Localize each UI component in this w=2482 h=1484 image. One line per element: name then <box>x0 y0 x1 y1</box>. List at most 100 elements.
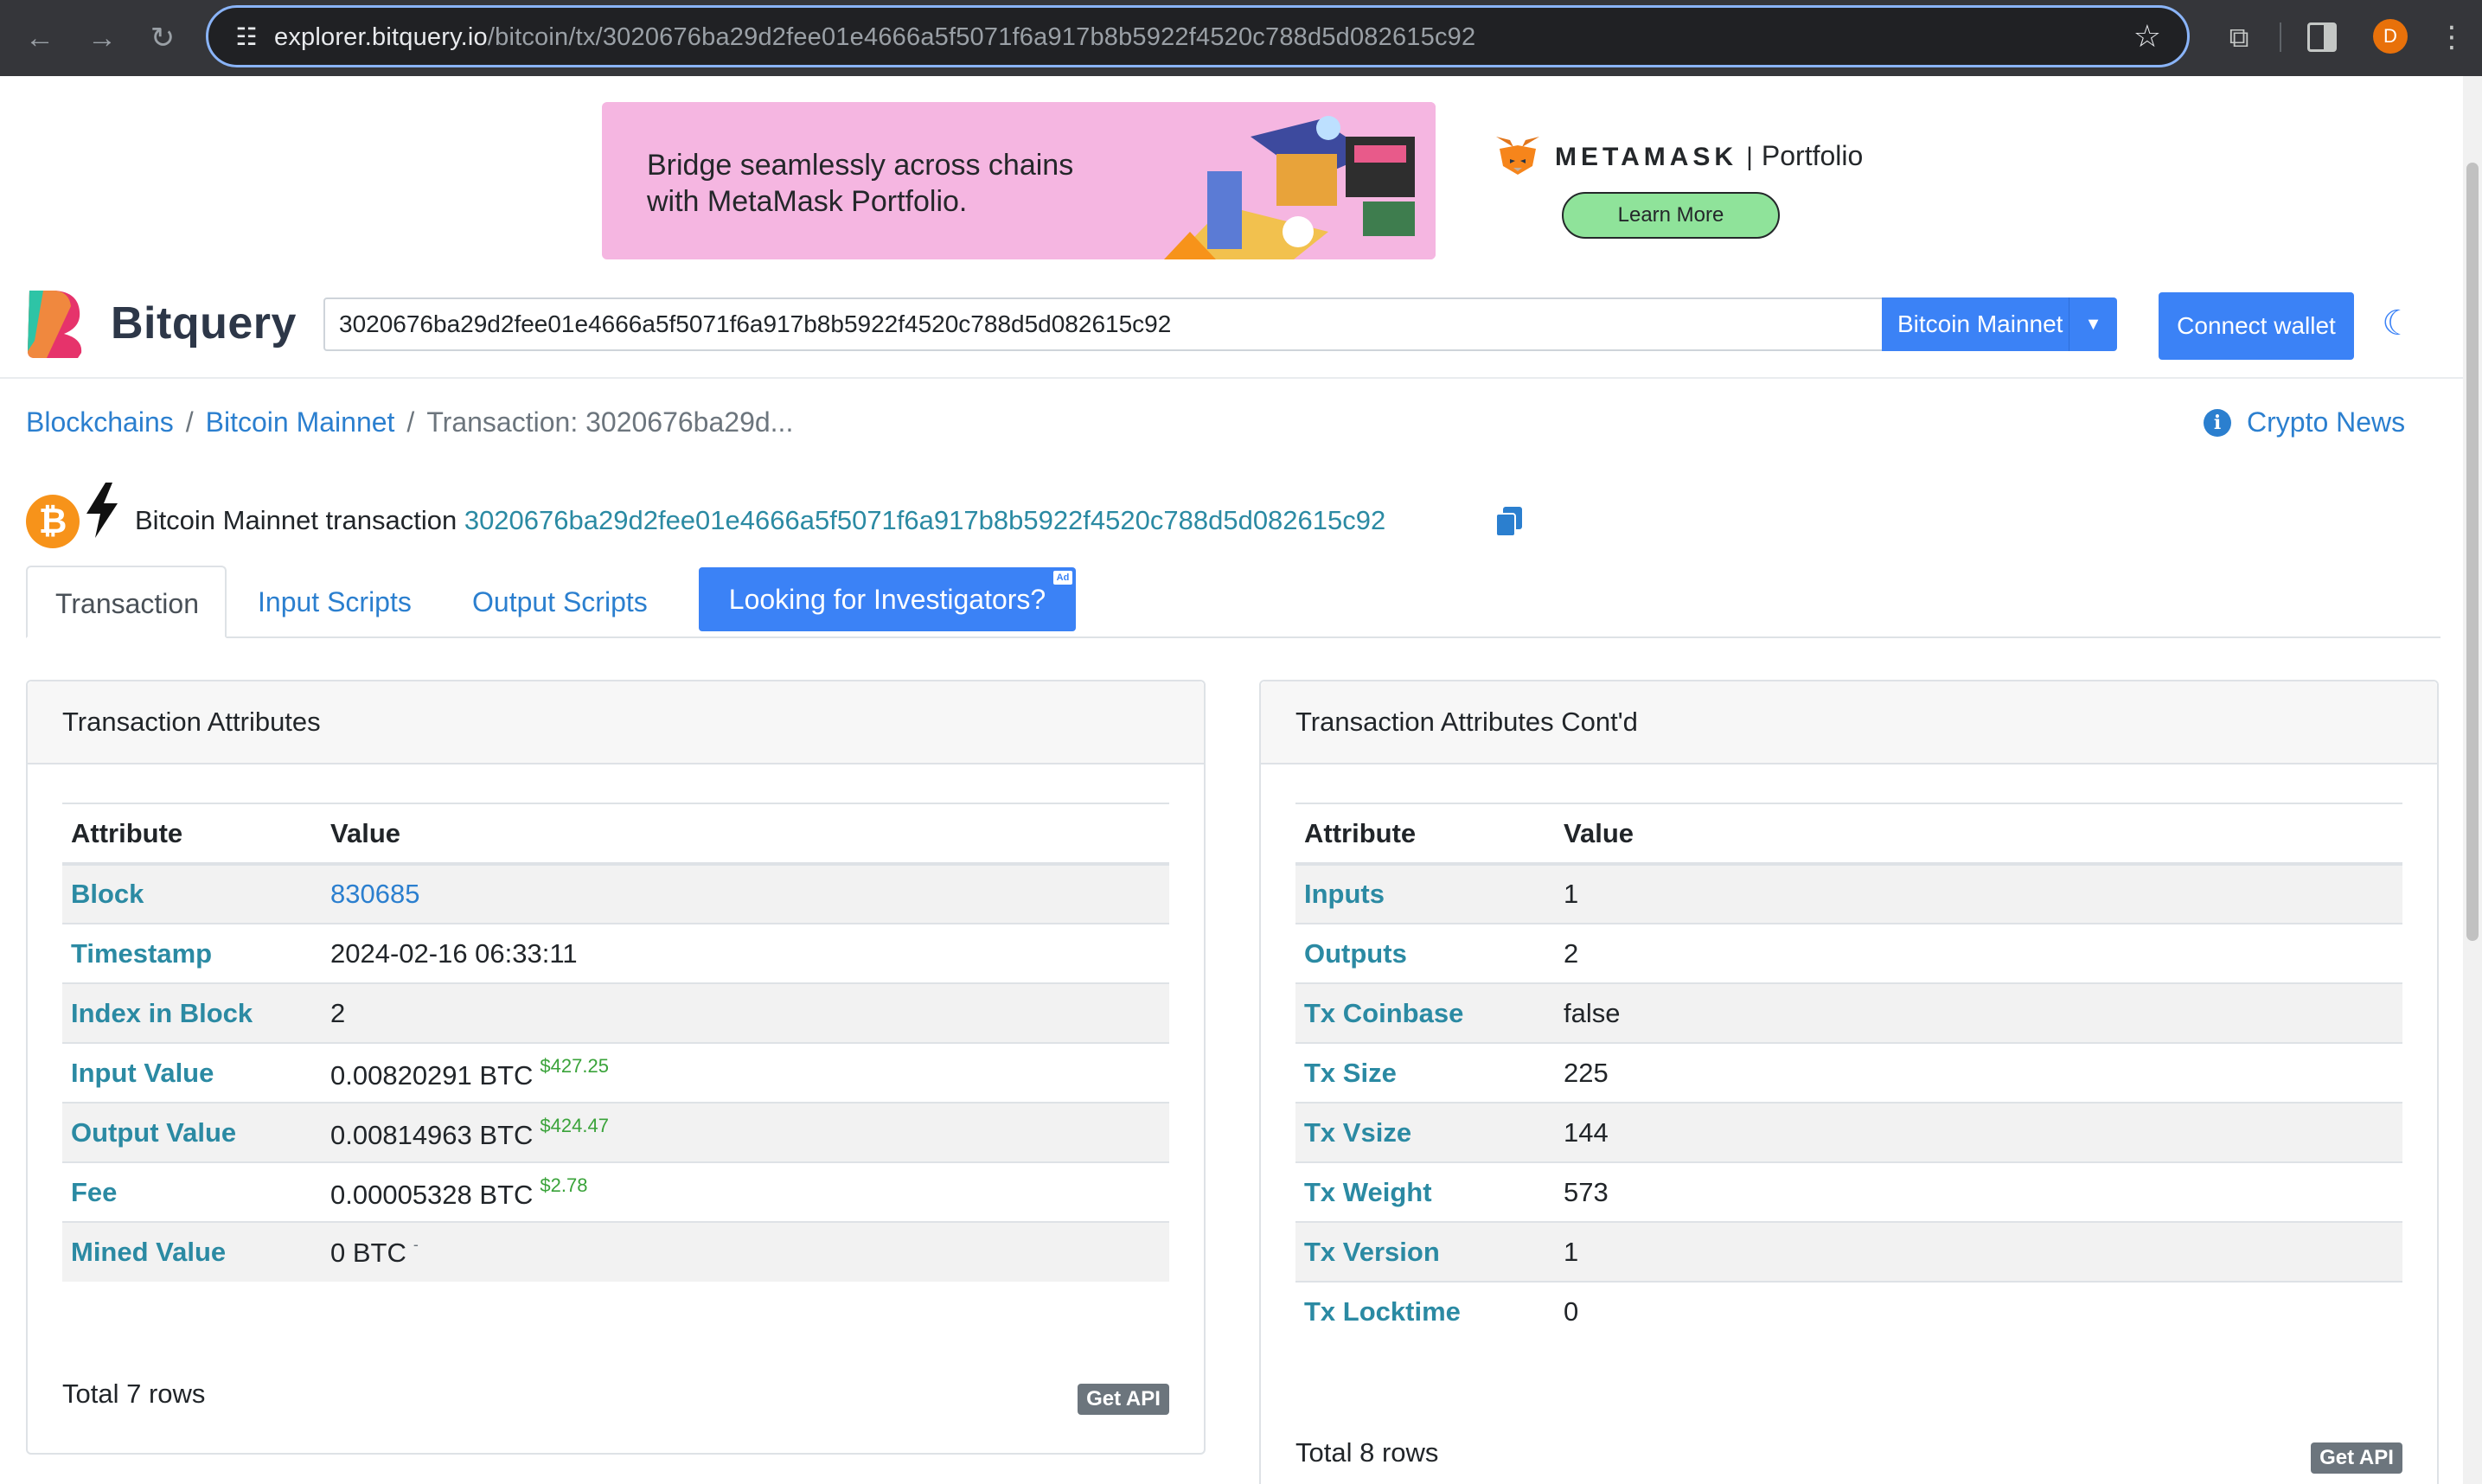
breadcrumb-bitcoin-mainnet[interactable]: Bitcoin Mainnet <box>206 406 395 438</box>
table-row: Tx Coinbase false <box>1295 982 2402 1043</box>
transaction-title: Bitcoin Mainnet transaction 3020676ba29d… <box>135 505 1385 536</box>
attribute-value: 225 <box>1555 1042 2402 1103</box>
attribute-key[interactable]: Inputs <box>1295 863 1555 924</box>
table-row: Index in Block 2 <box>62 982 1169 1043</box>
search-input[interactable] <box>323 297 1884 351</box>
table-row: Fee 0.00005328 BTC $2.78 <box>62 1161 1169 1222</box>
metamask-fox-icon <box>1496 137 1539 175</box>
crypto-news-label: Crypto News <box>2247 406 2406 438</box>
ad-badge: Ad <box>1053 571 1072 585</box>
back-arrow-icon[interactable]: ← <box>21 19 59 57</box>
btc-amount: 0.00814963 BTC <box>330 1119 534 1150</box>
attribute-value: 1 <box>1555 863 2402 924</box>
info-icon: i <box>2204 409 2231 437</box>
table-row: Tx Version 1 <box>1295 1221 2402 1282</box>
reload-icon[interactable]: ↻ <box>144 19 182 57</box>
scrollbar-thumb[interactable] <box>2466 163 2479 941</box>
forward-arrow-icon[interactable]: → <box>83 19 121 57</box>
metamask-wordmark: METAMASK <box>1555 143 1738 171</box>
bookmark-star-icon[interactable]: ☆ <box>2133 16 2161 56</box>
column-header-value: Value <box>322 803 1169 866</box>
looking-for-investigators-button[interactable]: Looking for Investigators? Ad <box>699 567 1076 631</box>
attribute-value: 0 BTC - <box>322 1221 1169 1282</box>
transaction-attributes-card: Transaction Attributes Attribute Value B… <box>26 680 1206 1455</box>
usd-amount: $424.47 <box>540 1114 609 1136</box>
table-header-row: Attribute Value <box>1295 803 2402 866</box>
card-title: Transaction Attributes <box>28 681 1204 764</box>
chevron-down-icon[interactable]: ▼ <box>2069 297 2117 351</box>
bitquery-logo-icon[interactable] <box>26 289 85 360</box>
attributes-table: Attribute Value Block 830685 Timestamp 202… <box>62 803 1169 1282</box>
attribute-key[interactable]: Tx Size <box>1295 1042 1555 1103</box>
tab-output-scripts[interactable]: Output Scripts <box>445 566 675 638</box>
attribute-key[interactable]: Tx Locktime <box>1295 1281 1555 1341</box>
ad-illustration <box>1155 102 1436 259</box>
browser-toolbar: ← → ↻ ☷ explorer.bitquery.io/bitcoin/tx/… <box>0 0 2482 76</box>
table-row: Block 830685 <box>62 863 1169 924</box>
url-host: explorer.bitquery.io <box>274 23 488 51</box>
metamask-ad-banner[interactable]: Bridge seamlessly across chains with Met… <box>602 102 1436 259</box>
attribute-key[interactable]: Output Value <box>62 1102 322 1162</box>
attribute-key[interactable]: Tx Version <box>1295 1221 1555 1282</box>
copy-icon[interactable] <box>1496 507 1522 536</box>
breadcrumb-current: Transaction: 3020676ba29d... <box>426 406 794 438</box>
url-text[interactable]: explorer.bitquery.io/bitcoin/tx/3020676b… <box>274 23 1475 52</box>
attribute-key[interactable]: Tx Coinbase <box>1295 982 1555 1043</box>
learn-more-button[interactable]: Learn More <box>1562 192 1780 239</box>
attribute-key[interactable]: Mined Value <box>62 1221 322 1282</box>
transaction-attributes-contd-card: Transaction Attributes Cont'd Attribute … <box>1259 680 2439 1484</box>
table-row: Tx Vsize 144 <box>1295 1102 2402 1162</box>
network-select[interactable]: Bitcoin Mainnet ▼ <box>1882 297 2117 351</box>
table-row: Outputs 2 <box>1295 923 2402 983</box>
breadcrumb-separator: / <box>185 406 194 438</box>
attribute-key[interactable]: Index in Block <box>62 982 322 1043</box>
dark-mode-moon-icon[interactable]: ☾ <box>2378 304 2416 342</box>
attribute-key[interactable]: Fee <box>62 1161 322 1222</box>
attribute-key[interactable]: Input Value <box>62 1042 322 1103</box>
browser-menu-icon[interactable]: ⋮ <box>2437 17 2466 57</box>
investigators-label: Looking for Investigators? <box>728 584 1046 615</box>
page-scrollbar[interactable] <box>2463 76 2482 1484</box>
attribute-value: 144 <box>1555 1102 2402 1162</box>
total-rows-label: Total 7 rows <box>62 1378 206 1409</box>
attribute-key[interactable]: Tx Vsize <box>1295 1102 1555 1162</box>
column-header-attribute: Attribute <box>1295 803 1555 866</box>
attribute-key[interactable]: Tx Weight <box>1295 1161 1555 1222</box>
table-row: Inputs 1 <box>1295 863 2402 924</box>
attribute-value: 830685 <box>322 863 1169 924</box>
get-api-button[interactable]: Get API <box>2311 1442 2402 1474</box>
attribute-key[interactable]: Block <box>62 863 322 924</box>
btc-amount: 0.00820291 BTC <box>330 1059 534 1091</box>
attribute-value: 1 <box>1555 1221 2402 1282</box>
side-panel-icon[interactable] <box>2307 22 2337 52</box>
table-row: Tx Weight 573 <box>1295 1161 2402 1222</box>
transaction-title-label: Bitcoin Mainnet transaction <box>135 505 457 535</box>
toolbar-divider <box>2280 22 2281 52</box>
address-bar[interactable]: ☷ explorer.bitquery.io/bitcoin/tx/302067… <box>206 5 2190 67</box>
site-settings-icon[interactable]: ☷ <box>229 20 264 54</box>
connect-wallet-button[interactable]: Connect wallet <box>2159 292 2354 360</box>
tab-transaction[interactable]: Transaction <box>26 566 227 638</box>
profile-avatar[interactable]: D <box>2373 19 2408 54</box>
transaction-hash-link[interactable]: 3020676ba29d2fee01e4666a5f5071f6a917b8b5… <box>464 505 1385 535</box>
attribute-value: 0.00005328 BTC $2.78 <box>322 1161 1169 1222</box>
attribute-key[interactable]: Timestamp <box>62 923 322 983</box>
metamask-brand: METAMASK | Portfolio <box>1555 140 1864 171</box>
bitquery-logo-text[interactable]: Bitquery <box>111 297 297 349</box>
block-number-link[interactable]: 830685 <box>330 879 419 909</box>
crypto-news-link[interactable]: i Crypto News <box>2204 406 2405 438</box>
attribute-value: 0.00820291 BTC $427.25 <box>322 1042 1169 1103</box>
attribute-value: 573 <box>1555 1161 2402 1222</box>
get-api-button[interactable]: Get API <box>1078 1384 1169 1415</box>
extensions-puzzle-icon[interactable]: ⧉ <box>2219 17 2259 57</box>
column-header-attribute: Attribute <box>62 803 322 866</box>
attribute-key[interactable]: Outputs <box>1295 923 1555 983</box>
btc-amount: 0 BTC <box>330 1238 406 1268</box>
table-row: Tx Size 225 <box>1295 1042 2402 1103</box>
usd-amount: - <box>413 1236 419 1253</box>
table-row: Tx Locktime 0 <box>1295 1281 2402 1341</box>
portfolio-label: Portfolio <box>1761 140 1864 171</box>
table-row: Input Value 0.00820291 BTC $427.25 <box>62 1042 1169 1103</box>
breadcrumb-blockchains[interactable]: Blockchains <box>26 406 174 438</box>
tab-input-scripts[interactable]: Input Scripts <box>230 566 439 638</box>
